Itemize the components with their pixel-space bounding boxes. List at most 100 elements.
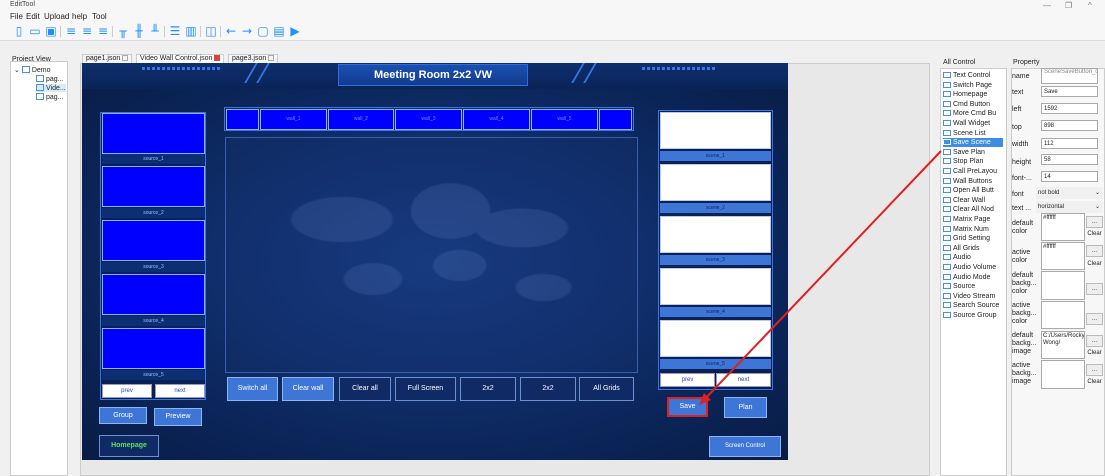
scene-prev-button[interactable]: prev (660, 373, 715, 387)
control-item[interactable]: Source Group (943, 311, 997, 320)
menu-tool[interactable]: Tool (92, 12, 107, 21)
source-tile[interactable] (102, 113, 205, 154)
minimize-icon[interactable]: — (1043, 1, 1051, 10)
control-item[interactable]: Wall Widget (943, 119, 990, 128)
collapse-icon[interactable]: ^ (1088, 1, 1092, 10)
prop-active-bg-image-clear[interactable]: Clear (1086, 376, 1103, 388)
menu-help[interactable]: help (72, 12, 87, 21)
control-item[interactable]: Audio (943, 253, 971, 262)
prop-text-field[interactable]: Save (1041, 86, 1098, 97)
source-tile[interactable] (102, 220, 205, 261)
control-item[interactable]: Grid Setting (943, 234, 990, 243)
prop-default-color-clear[interactable]: Clear (1086, 228, 1103, 240)
full-screen-button[interactable]: Full Screen (395, 377, 456, 401)
control-item[interactable]: Open All Butt (943, 186, 994, 195)
control-item[interactable]: Source (943, 282, 975, 291)
wall-cell-edge[interactable] (226, 109, 259, 130)
align-center-icon[interactable]: ≡ (80, 25, 94, 38)
scene-tile[interactable] (660, 320, 771, 357)
video-wall-area[interactable] (225, 137, 638, 373)
save-scene-button[interactable]: Save (667, 397, 708, 417)
wall-cell[interactable]: wall_1 (260, 109, 327, 130)
scene-tile[interactable] (660, 164, 771, 201)
align-top-icon[interactable]: ╥ (116, 25, 130, 38)
prop-width-field[interactable]: 112 (1041, 138, 1098, 149)
prop-active-color-field[interactable]: #ffffff (1041, 242, 1085, 270)
align-bottom-icon[interactable]: ╨ (148, 25, 162, 38)
control-item[interactable]: Audio Volume (943, 263, 996, 272)
prop-active-color-clear[interactable]: Clear (1086, 258, 1103, 270)
prop-active-bg-image-field[interactable] (1041, 360, 1085, 389)
prop-default-color-field[interactable]: #ffffff (1041, 213, 1085, 241)
control-item[interactable]: Cmd Button (943, 100, 990, 109)
save-icon[interactable]: ▣ (44, 25, 58, 38)
source-tile[interactable] (102, 328, 205, 369)
control-item[interactable]: Matrix Num (943, 225, 989, 234)
prop-default-color-browse[interactable]: ... (1086, 216, 1103, 228)
prop-top-field[interactable]: 898 (1041, 120, 1098, 131)
plan-button[interactable]: Plan (724, 397, 767, 418)
align-middle-icon[interactable]: ╫ (132, 25, 146, 38)
homepage-button[interactable]: Homepage (99, 435, 159, 457)
prop-font-select[interactable]: not bold ⌄ (1036, 187, 1103, 199)
distribute-vertical-icon[interactable]: ☰ (168, 25, 182, 38)
prop-default-bg-image-browse[interactable]: ... (1086, 335, 1103, 347)
undo-icon[interactable]: ← (224, 25, 238, 38)
tab-page1[interactable]: page1.json (82, 54, 133, 63)
wall-cell[interactable]: wall_3 (395, 109, 462, 130)
prop-active-bg-image-browse[interactable]: ... (1086, 364, 1103, 376)
prop-left-field[interactable]: 1592 (1041, 103, 1098, 114)
fit-icon[interactable]: ◫ (204, 25, 218, 38)
menu-edit[interactable]: Edit (26, 12, 40, 21)
scene-tile[interactable] (660, 268, 771, 305)
clear-wall-button[interactable]: Clear wall (282, 377, 334, 401)
control-item[interactable]: Homepage (943, 90, 987, 99)
copy-icon[interactable]: ▢ (256, 25, 270, 38)
align-left-icon[interactable]: ≡ (64, 25, 78, 38)
prop-active-bg-color-browse[interactable]: ... (1086, 313, 1103, 325)
prop-name-field[interactable]: SceneSaveButton_0 (1041, 68, 1098, 84)
prop-fontsize-field[interactable]: 14 (1041, 171, 1098, 182)
layout-2x2-button[interactable]: 2x2 (520, 377, 576, 401)
control-item[interactable]: Save Scene (943, 138, 1003, 148)
room-title[interactable]: Meeting Room 2x2 VW (338, 64, 528, 86)
control-item[interactable]: Clear All Nod (943, 205, 994, 214)
wall-cell[interactable]: wall_5 (531, 109, 598, 130)
tree-item-video[interactable]: Vide... (36, 84, 66, 92)
scene-tile[interactable] (660, 112, 771, 149)
layout-2x2-button[interactable]: 2x2 (460, 377, 516, 401)
prop-default-bg-image-field[interactable]: C:/Users/Rocky Wong/ (1041, 331, 1085, 359)
paste-icon[interactable]: ▤ (272, 25, 286, 38)
switch-all-button[interactable]: Switch all (227, 377, 278, 401)
source-prev-button[interactable]: prev (102, 384, 152, 398)
screen-control-button[interactable]: Screen Control (709, 436, 781, 457)
prop-default-bg-color-browse[interactable]: ... (1086, 283, 1103, 295)
control-item[interactable]: Call PreLayou (943, 167, 997, 176)
tree-root-demo[interactable]: ⌄ Demo (14, 66, 51, 74)
all-grids-button[interactable]: All Grids (579, 377, 634, 401)
wall-cell[interactable]: wall_2 (328, 109, 394, 130)
prop-active-color-browse[interactable]: ... (1086, 245, 1103, 257)
control-item[interactable]: Search Source (943, 301, 999, 310)
tab-video-wall-control[interactable]: Video Wall Control.json (136, 54, 225, 63)
wall-cell[interactable]: wall_4 (463, 109, 530, 130)
control-item[interactable]: All Grids (943, 244, 979, 253)
tree-item-page1[interactable]: pag... (36, 75, 64, 83)
run-icon[interactable]: ▶ (288, 25, 302, 38)
prop-active-bg-color-field[interactable] (1041, 301, 1085, 329)
control-item[interactable]: Matrix Page (943, 215, 990, 224)
close-icon[interactable] (214, 55, 221, 61)
control-item[interactable]: Clear Wall (943, 196, 985, 205)
close-icon[interactable] (122, 55, 129, 61)
control-item[interactable]: Text Control (943, 71, 990, 80)
align-right-icon[interactable]: ≡ (96, 25, 110, 38)
control-item[interactable]: Scene List (943, 129, 986, 138)
prop-textdir-select[interactable]: horizontal ⌄ (1036, 201, 1103, 213)
control-item[interactable]: Switch Page (943, 81, 992, 90)
new-file-icon[interactable]: ▯ (12, 25, 26, 38)
control-item[interactable]: Wall Buttons (943, 177, 992, 186)
source-next-button[interactable]: next (155, 384, 205, 398)
tree-item-page3[interactable]: pag... (36, 93, 64, 101)
prop-default-bg-image-clear[interactable]: Clear (1086, 347, 1103, 359)
scene-tile[interactable] (660, 216, 771, 253)
